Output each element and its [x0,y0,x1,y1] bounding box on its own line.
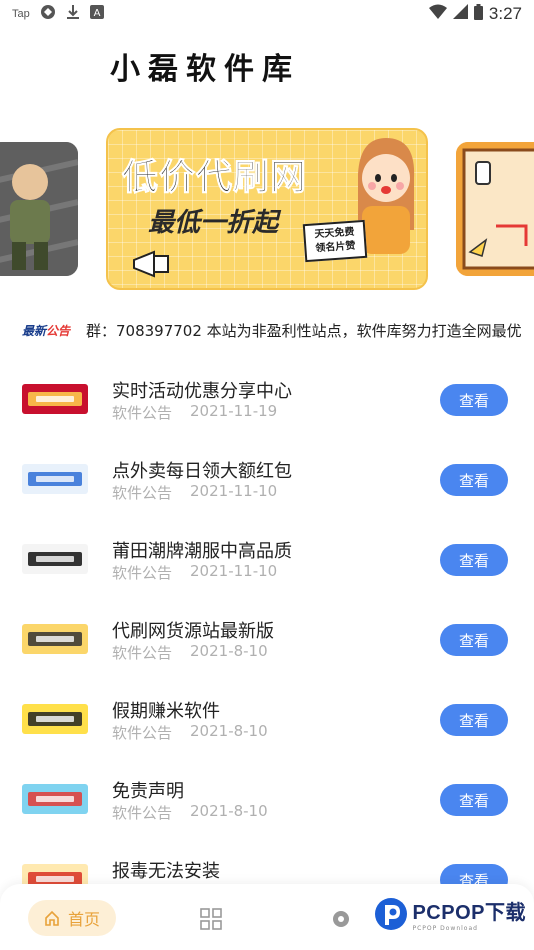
thumbnail-art [28,712,82,726]
view-button[interactable]: 查看 [440,624,508,656]
list-item-meta: 软件公告 2021-8-10 [112,722,268,743]
grid-icon[interactable] [200,908,222,930]
list-item-date: 2021-11-19 [190,402,278,420]
banner-prev[interactable] [0,142,78,276]
view-button[interactable]: 查看 [440,464,508,496]
notice-badge-prefix: 最新 [22,323,47,338]
list-item-category: 软件公告 [112,644,173,662]
list-item[interactable]: 假期赚米软件 软件公告 2021-8-10 查看 [0,680,534,760]
view-button[interactable]: 查看 [440,384,508,416]
view-button[interactable]: 查看 [440,704,508,736]
list-item-thumbnail [22,384,88,414]
banner-subline: 最低一折起 [148,208,279,238]
banner-headline: 低价代刷网 [121,157,308,199]
status-time: 3:27 [488,4,522,23]
sync-icon [40,4,56,24]
list-item-category: 软件公告 [112,404,173,422]
banner-main[interactable]: 低价代刷网 最低一折起 天天免费 领名片赞 [106,128,428,290]
list-item[interactable]: 代刷网货源站最新版 软件公告 2021-8-10 查看 [0,600,534,680]
list-item-date: 2021-8-10 [190,722,268,740]
list-item-category: 软件公告 [112,564,173,582]
watermark-small: PCPOP Download [412,925,478,932]
home-icon [45,910,59,926]
watermark-text: PCPOP下载 [412,902,526,924]
banner-note: 天天免费 领名片赞 [302,219,368,263]
svg-text:A: A [93,8,100,19]
thumbnail-art [28,792,82,806]
list-item[interactable]: 点外卖每日领大额红包 软件公告 2021-11-10 查看 [0,440,534,520]
list-item-meta: 软件公告 2021-8-10 [112,642,268,663]
banner-prev-illustration [0,142,78,276]
list-item-title: 报毒无法安装 [112,861,220,882]
bottom-nav: 首页 PCPOP下载 PCPOP Download [0,884,534,950]
list-item-meta: 软件公告 2021-11-19 [112,402,277,423]
list-item-title: 假期赚米软件 [112,701,220,722]
banner-note-line2: 领名片赞 [315,240,356,255]
list-item-thumbnail [22,464,88,494]
banner-next-illustration [456,142,534,276]
notice-text: 群：708397702 本站为非盈利性站点，软件库努力打造全网最优 [86,321,522,340]
status-tap-text: Tap [12,8,30,20]
list-item-meta: 软件公告 2021-11-10 [112,562,277,583]
profile-icon[interactable] [332,910,350,928]
announcement-list: 实时活动优惠分享中心 软件公告 2021-11-19 查看 点外卖每日领大额红包… [0,360,534,920]
view-button[interactable]: 查看 [440,544,508,576]
download-icon [66,4,80,24]
notice-badge: 最新公告 [22,322,74,339]
list-item-title: 免责声明 [112,781,184,802]
list-item-thumbnail [22,544,88,574]
view-button[interactable]: 查看 [440,784,508,816]
thumbnail-art [28,552,82,566]
pcpop-logo-icon [375,898,408,930]
list-item-thumbnail [22,784,88,814]
megaphone-icon [133,250,169,278]
list-item[interactable]: 免责声明 软件公告 2021-8-10 查看 [0,760,534,840]
list-item[interactable]: 实时活动优惠分享中心 软件公告 2021-11-19 查看 [0,360,534,440]
list-item-category: 软件公告 [112,724,173,742]
app-title: 小磊软件库 [110,52,300,87]
thumbnail-art [28,472,82,486]
list-item[interactable]: 莆田潮牌潮服中高品质 软件公告 2021-11-10 查看 [0,520,534,600]
list-item-category: 软件公告 [112,484,173,502]
nav-home-tab[interactable]: 首页 [28,900,116,936]
thumbnail-art [28,632,82,646]
signal-icon [452,4,468,24]
list-item-title: 点外卖每日领大额红包 [112,461,292,482]
list-item-thumbnail [22,704,88,734]
list-item-date: 2021-8-10 [190,802,268,820]
list-item-category: 软件公告 [112,804,173,822]
list-item-meta: 软件公告 2021-8-10 [112,802,268,823]
list-item-date: 2021-8-10 [190,642,268,660]
thumbnail-art [28,392,82,406]
nav-home-label: 首页 [67,910,100,929]
watermark: PCPOP下载 PCPOP Download [374,896,526,932]
list-item-date: 2021-11-10 [190,562,278,580]
wifi-icon [428,4,447,24]
notice-badge-suffix: 公告 [46,323,71,338]
banner-carousel[interactable]: 低价代刷网 最低一折起 天天免费 领名片赞 [0,128,534,292]
list-item-title: 代刷网货源站最新版 [112,621,274,642]
list-item-thumbnail [22,624,88,654]
list-item-date: 2021-11-10 [190,482,278,500]
a-icon: A [89,5,104,23]
list-item-title: 莆田潮牌潮服中高品质 [112,541,292,562]
list-item-meta: 软件公告 2021-11-10 [112,482,277,503]
list-item-title: 实时活动优惠分享中心 [112,381,292,402]
battery-icon [473,3,483,25]
status-bar: Tap A 3:27 [0,0,534,28]
watermark-text-block: PCPOP下载 PCPOP Download [412,896,526,932]
banner-next[interactable] [456,142,534,276]
notice-bar[interactable]: 最新公告 群：708397702 本站为非盈利性站点，软件库努力打造全网最优 [0,316,534,344]
